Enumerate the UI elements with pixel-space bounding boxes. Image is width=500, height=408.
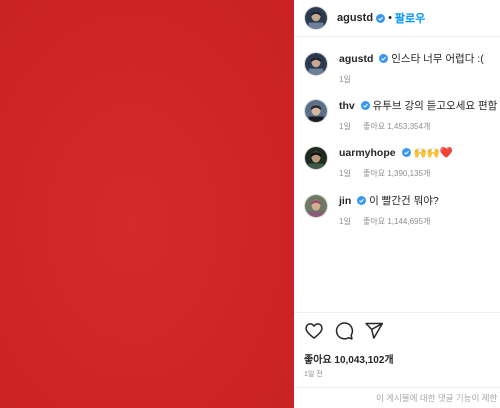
- comment-time[interactable]: 1일: [339, 169, 351, 178]
- post-side-panel: agustd • 팔로우 agustd 인스타 너무 어렵다 :( 1일 thv…: [294, 0, 500, 408]
- likes-count[interactable]: 좋아요 10,043,102개: [304, 351, 394, 366]
- comment-username[interactable]: uarmyhope: [339, 147, 396, 159]
- comment-likes[interactable]: 좋아요 1,144,695개: [363, 217, 430, 226]
- avatar[interactable]: [304, 194, 328, 218]
- comment-likes[interactable]: 좋아요 1,453,354개: [363, 122, 430, 131]
- post-header: agustd • 팔로우: [294, 0, 500, 37]
- comment-icon[interactable]: [334, 321, 354, 341]
- header-username[interactable]: agustd: [337, 12, 373, 24]
- verified-icon: [379, 54, 389, 63]
- comment-time[interactable]: 1일: [339, 122, 351, 131]
- comment-text: 🙌🙌❤️: [413, 147, 453, 159]
- comment-time[interactable]: 1일: [339, 217, 351, 226]
- header-separator: •: [388, 12, 392, 24]
- avatar[interactable]: [304, 52, 328, 76]
- share-icon[interactable]: [364, 321, 384, 341]
- comment-text: 이 빨간건 뭐야?: [369, 195, 439, 207]
- avatar[interactable]: [304, 6, 328, 30]
- verified-icon: [401, 148, 411, 157]
- post-actions: 좋아요 10,043,102개 1일 전 이 게시물에 대한 댓글 기능이 제한: [294, 312, 500, 408]
- heart-icon[interactable]: [304, 321, 324, 341]
- verified-icon: [360, 101, 370, 110]
- comment-username[interactable]: jin: [339, 195, 351, 207]
- comment-time[interactable]: 1일: [339, 75, 351, 84]
- comment-likes[interactable]: 좋아요 1,390,135개: [363, 169, 430, 178]
- avatar[interactable]: [304, 146, 328, 170]
- follow-button[interactable]: 팔로우: [395, 10, 425, 26]
- verified-icon: [376, 13, 386, 23]
- avatar[interactable]: [304, 99, 328, 123]
- comment-username[interactable]: thv: [339, 100, 355, 112]
- comment-text: 유투브 강의 듣고오세요 편함 👏: [372, 100, 500, 112]
- post-image[interactable]: [0, 0, 294, 408]
- comments-disabled-note: 이 게시물에 대한 댓글 기능이 제한: [294, 387, 500, 408]
- comment-username[interactable]: agustd: [339, 53, 373, 65]
- comment-text: 인스타 너무 어렵다 :(: [391, 53, 484, 65]
- verified-icon: [357, 196, 367, 205]
- post-time[interactable]: 1일 전: [304, 369, 323, 379]
